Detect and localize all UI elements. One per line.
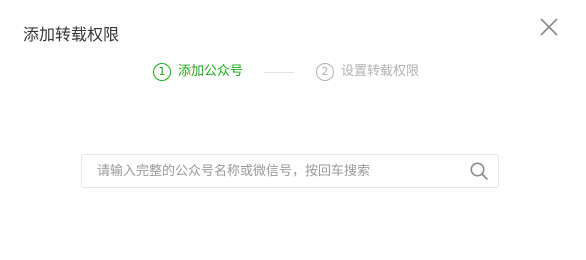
step-add-account: 1 添加公众号	[153, 63, 243, 81]
step-indicator: 1 添加公众号 2 设置转载权限	[153, 62, 419, 82]
add-repost-permission-dialog: 添加转载权限 1 添加公众号 2 设置转载权限	[0, 0, 586, 260]
search-icon[interactable]	[469, 161, 489, 181]
dialog-title: 添加转载权限	[23, 25, 120, 44]
close-button[interactable]	[538, 16, 560, 38]
close-icon	[538, 16, 560, 38]
account-search-input[interactable]	[82, 155, 469, 187]
step-divider	[264, 71, 295, 73]
step-number: 1	[153, 63, 171, 81]
step-label: 添加公众号	[178, 64, 244, 79]
step-number: 2	[316, 63, 335, 81]
step-label: 设置转载权限	[341, 64, 420, 79]
step-set-permission: 2 设置转载权限	[316, 63, 419, 81]
account-search-box	[81, 154, 499, 188]
